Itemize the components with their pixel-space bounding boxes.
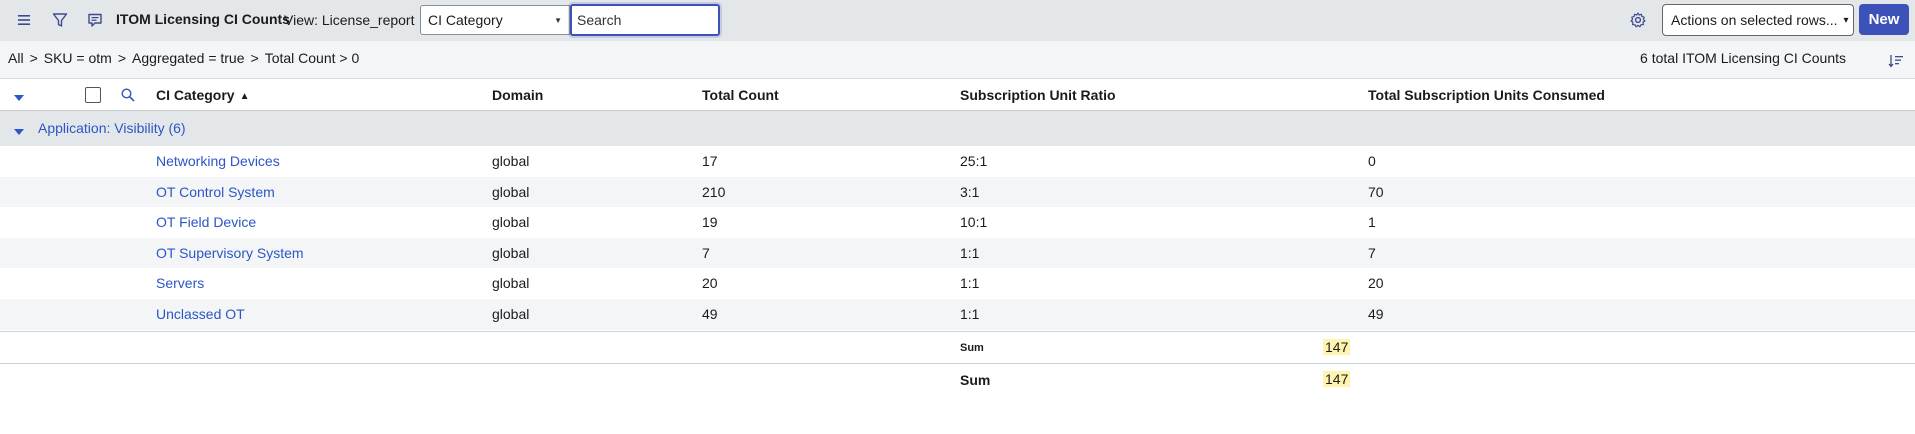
table-row: OT Supervisory System global 7 1:1 7 — [0, 237, 1915, 269]
consumed-cell: 70 — [1368, 183, 1384, 200]
ratio-cell: 25:1 — [960, 153, 988, 169]
search-input[interactable] — [570, 4, 720, 36]
chevron-down-icon: ▼ — [554, 15, 562, 25]
breadcrumb-item-total-count[interactable]: Total Count > 0 — [265, 50, 360, 66]
group-row: Application: Visibility (6) — [0, 111, 1915, 146]
column-header-subscription-unit-ratio[interactable]: Subscription Unit Ratio — [960, 87, 1116, 103]
breadcrumb-bar: All > SKU = otm > Aggregated = true > To… — [0, 41, 1915, 79]
total-count-cell: 17 — [702, 153, 718, 169]
settings-icon[interactable] — [1627, 9, 1649, 31]
collapse-all-groups-icon[interactable] — [13, 90, 25, 101]
sort-order-icon[interactable] — [1887, 52, 1905, 70]
consumed-cell: 49 — [1368, 305, 1384, 322]
breadcrumb-separator: > — [117, 50, 127, 66]
group-collapse-icon[interactable] — [13, 124, 25, 135]
list-body: Networking Devices global 17 25:1 0 OT C… — [0, 146, 1915, 330]
grand-sum-row: Sum 147 — [0, 363, 1915, 395]
total-count-cell: 7 — [702, 244, 710, 261]
sum-value: 147 — [1323, 371, 1351, 387]
ci-category-link[interactable]: OT Field Device — [156, 214, 256, 230]
column-search-icon[interactable] — [120, 87, 136, 103]
breadcrumb: All > SKU = otm > Aggregated = true > To… — [8, 50, 359, 66]
column-header-row: CI Category ▲ Domain Total Count Subscrip… — [0, 79, 1915, 111]
domain-cell: global — [492, 305, 530, 322]
ci-category-link[interactable]: Servers — [156, 275, 204, 291]
new-button[interactable]: New — [1859, 4, 1909, 35]
table-row: Servers global 20 1:1 20 — [0, 268, 1915, 299]
select-all-checkbox[interactable] — [85, 87, 101, 103]
list-header: ITOM Licensing CI Counts View: License_r… — [0, 0, 1915, 41]
ci-category-link[interactable]: OT Control System — [156, 184, 275, 200]
chevron-down-icon: ▾ — [1843, 14, 1849, 26]
breadcrumb-item-sku[interactable]: SKU = otm — [44, 50, 112, 66]
breadcrumb-separator: > — [29, 50, 38, 66]
column-header-domain[interactable]: Domain — [492, 87, 543, 103]
sort-ascending-icon: ▲ — [239, 91, 250, 102]
column-header-ci-category[interactable]: CI Category ▲ — [156, 87, 249, 103]
domain-cell: global — [492, 244, 530, 261]
filter-icon[interactable] — [49, 9, 71, 31]
sum-label: Sum — [960, 372, 991, 388]
consumed-cell: 20 — [1368, 275, 1384, 292]
table-row: Unclassed OT global 49 1:1 49 — [0, 298, 1915, 330]
ratio-cell: 1:1 — [960, 305, 980, 322]
domain-cell: global — [492, 153, 530, 169]
search-field-value: CI Category — [428, 12, 503, 28]
total-count-cell: 210 — [702, 183, 726, 200]
consumed-cell: 0 — [1368, 153, 1376, 169]
domain-cell: global — [492, 214, 530, 231]
total-count-cell: 20 — [702, 275, 718, 292]
table-row: OT Field Device global 19 10:1 1 — [0, 207, 1915, 238]
domain-cell: global — [492, 275, 530, 292]
column-header-total-count[interactable]: Total Count — [702, 87, 779, 103]
breadcrumb-item-aggregated[interactable]: Aggregated = true — [132, 50, 244, 66]
sum-label: Sum — [960, 342, 984, 354]
ratio-cell: 1:1 — [960, 275, 980, 292]
actions-select-value: Actions on selected rows... — [1671, 12, 1838, 28]
table-row: Networking Devices global 17 25:1 0 — [0, 146, 1915, 177]
menu-icon[interactable] — [13, 9, 35, 31]
ci-category-link[interactable]: OT Supervisory System — [156, 245, 304, 261]
context-menu-icon[interactable] — [84, 9, 106, 31]
breadcrumb-item-all[interactable]: All — [8, 50, 24, 66]
total-count-cell: 19 — [702, 214, 718, 231]
ratio-cell: 10:1 — [960, 214, 988, 231]
group-sum-row: Sum 147 — [0, 331, 1915, 363]
ratio-cell: 1:1 — [960, 244, 980, 261]
total-count-cell: 49 — [702, 305, 718, 322]
search-field-select[interactable]: CI Category ▼ — [420, 5, 570, 35]
table-row: OT Control System global 210 3:1 70 — [0, 176, 1915, 208]
column-header-label: CI Category — [156, 87, 235, 103]
group-label[interactable]: Application: Visibility (6) — [38, 120, 186, 136]
actions-on-selected-rows-select[interactable]: Actions on selected rows... ▾ — [1662, 4, 1854, 36]
view-label[interactable]: View: License_report — [284, 12, 414, 28]
sum-value: 147 — [1323, 339, 1351, 355]
breadcrumb-separator: > — [250, 50, 259, 66]
list-title: ITOM Licensing CI Counts — [116, 11, 290, 27]
ci-category-link[interactable]: Unclassed OT — [156, 306, 245, 322]
consumed-cell: 7 — [1368, 244, 1376, 261]
domain-cell: global — [492, 183, 530, 200]
total-record-count: 6 total ITOM Licensing CI Counts — [1640, 50, 1846, 66]
consumed-cell: 1 — [1368, 214, 1376, 231]
column-header-total-subscription-units-consumed[interactable]: Total Subscription Units Consumed — [1368, 87, 1605, 103]
ratio-cell: 3:1 — [960, 183, 980, 200]
ci-category-link[interactable]: Networking Devices — [156, 153, 280, 169]
